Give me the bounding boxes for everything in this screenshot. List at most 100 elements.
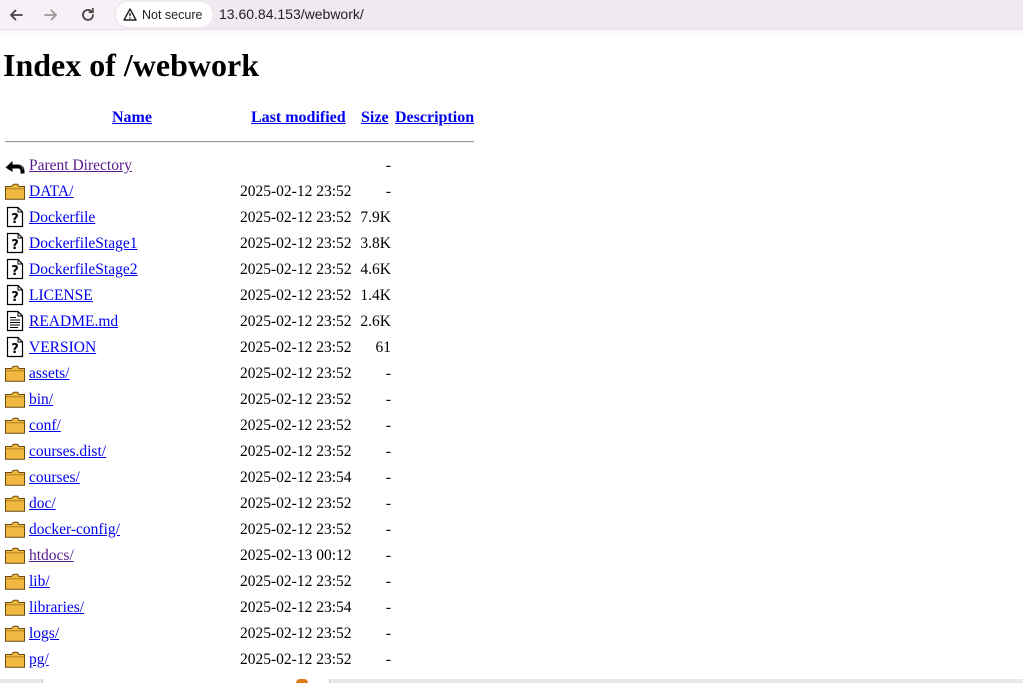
back-button[interactable]: [3, 2, 29, 28]
sort-by-last-modified-link[interactable]: Last modified: [251, 109, 346, 127]
sort-by-name-link[interactable]: Name: [112, 109, 152, 127]
entry-last-modified: 2025-02-12 23:52: [240, 209, 352, 226]
svg-text:?: ?: [11, 212, 19, 227]
entry-last-modified: 2025-02-12 23:52: [240, 339, 352, 356]
list-item: conf/2025-02-12 23:52 -: [0, 413, 480, 439]
entry-link[interactable]: VERSION: [29, 339, 96, 357]
entry-size: -: [385, 625, 391, 642]
entry-link[interactable]: LICENSE: [29, 287, 93, 305]
unknown-file-icon: ?: [4, 232, 26, 254]
text-file-icon: [4, 310, 26, 332]
list-item: bin/2025-02-12 23:52 -: [0, 387, 480, 413]
entry-link[interactable]: logs/: [29, 625, 59, 643]
list-item: courses.dist/2025-02-12 23:52 -: [0, 439, 480, 465]
list-item: DATA/2025-02-12 23:52 -: [0, 179, 480, 205]
folder-icon: [4, 414, 26, 436]
bottom-panel: [42, 679, 330, 683]
forward-button[interactable]: [38, 2, 64, 28]
svg-text:?: ?: [11, 342, 19, 357]
folder-icon: [4, 570, 26, 592]
entry-link[interactable]: README.md: [29, 313, 118, 331]
svg-text:?: ?: [11, 290, 19, 305]
folder-icon: [4, 648, 26, 670]
entry-last-modified: 2025-02-12 23:54: [240, 599, 352, 616]
list-item: docker-config/2025-02-12 23:52 -: [0, 517, 480, 543]
list-item: libraries/2025-02-12 23:54 -: [0, 595, 480, 621]
list-item: ? Dockerfile 2025-02-12 23:52 7.9K: [0, 205, 480, 231]
entry-last-modified: 2025-02-12 23:52: [240, 417, 352, 434]
security-label: Not secure: [142, 7, 203, 22]
entry-size: -: [385, 469, 391, 486]
entry-last-modified: 2025-02-12 23:52: [240, 313, 352, 330]
entry-size: 2.6K: [360, 313, 391, 330]
entry-link[interactable]: doc/: [29, 495, 56, 513]
reload-icon: [82, 7, 94, 21]
back-icon: [4, 154, 26, 176]
folder-icon: [4, 492, 26, 514]
sort-by-size-link[interactable]: Size: [361, 109, 389, 127]
list-item: ? LICENSE 2025-02-12 23:52 1.4K: [0, 283, 480, 309]
entry-size: -: [385, 547, 391, 564]
entry-link[interactable]: conf/: [29, 417, 61, 435]
list-item: doc/2025-02-12 23:52 -: [0, 491, 480, 517]
entry-link[interactable]: bin/: [29, 391, 53, 409]
entry-size: -: [385, 495, 391, 512]
folder-icon: [4, 180, 26, 202]
entry-size: -: [385, 443, 391, 460]
entry-link[interactable]: DATA/: [29, 183, 73, 201]
entry-link[interactable]: DockerfileStage2: [29, 261, 137, 279]
folder-icon: [4, 388, 26, 410]
folder-icon: [4, 622, 26, 644]
entry-last-modified: 2025-02-12 23:52: [240, 573, 352, 590]
security-chip[interactable]: Not secure: [116, 2, 212, 27]
entry-size: -: [385, 599, 391, 616]
unknown-file-icon: ?: [4, 284, 26, 306]
entry-link[interactable]: libraries/: [29, 599, 84, 617]
entry-link[interactable]: htdocs/: [29, 547, 74, 565]
entry-link[interactable]: DockerfileStage1: [29, 235, 137, 253]
entry-size: 61: [375, 339, 392, 356]
browser-toolbar: Not secure 13.60.84.153/webwork/: [0, 0, 1023, 30]
entry-link[interactable]: Parent Directory: [29, 157, 132, 175]
list-item: ? DockerfileStage2 2025-02-12 23:52 4.6K: [0, 257, 480, 283]
entry-size: -: [385, 417, 391, 434]
svg-text:?: ?: [11, 238, 19, 253]
warning-icon: [123, 8, 137, 21]
entry-link[interactable]: docker-config/: [29, 521, 120, 539]
entry-last-modified: 2025-02-12 23:52: [240, 495, 352, 512]
entry-last-modified: 2025-02-12 23:52: [240, 287, 352, 304]
list-item: htdocs/2025-02-13 00:12 -: [0, 543, 480, 569]
entry-link[interactable]: courses.dist/: [29, 443, 106, 461]
list-item: Parent Directory -: [0, 153, 480, 179]
entry-link[interactable]: Dockerfile: [29, 209, 95, 227]
entry-link[interactable]: assets/: [29, 365, 69, 383]
list-item: README.md 2025-02-12 23:52 2.6K: [0, 309, 480, 335]
svg-text:?: ?: [11, 264, 19, 279]
header-divider: [5, 141, 474, 143]
arrow-left-icon: [10, 9, 23, 21]
unknown-file-icon: ?: [4, 258, 26, 280]
entry-link[interactable]: pg/: [29, 651, 49, 669]
folder-icon: [4, 518, 26, 540]
list-item: logs/2025-02-12 23:52 -: [0, 621, 480, 647]
entry-last-modified: 2025-02-12 23:52: [240, 443, 352, 460]
entry-last-modified: 2025-02-12 23:52: [240, 365, 352, 382]
bottom-indicator: [296, 679, 308, 683]
page-title: Index of /webwork: [3, 47, 260, 83]
arrow-right-icon: [44, 9, 57, 21]
entry-link[interactable]: lib/: [29, 573, 50, 591]
entry-size: 1.4K: [360, 287, 391, 304]
entry-last-modified: 2025-02-12 23:52: [240, 183, 352, 200]
list-item: lib/2025-02-12 23:52 -: [0, 569, 480, 595]
list-item: ? VERSION 2025-02-12 23:52 61: [0, 335, 480, 361]
entry-size: -: [385, 573, 391, 590]
url-text[interactable]: 13.60.84.153/webwork/: [219, 6, 364, 22]
folder-icon: [4, 362, 26, 384]
sort-by-description-link[interactable]: Description: [395, 109, 474, 127]
entry-last-modified: 2025-02-12 23:52: [240, 391, 352, 408]
reload-button[interactable]: [75, 2, 101, 28]
entry-size: 4.6K: [360, 261, 391, 278]
entry-size: -: [385, 157, 391, 174]
entry-last-modified: 2025-02-12 23:52: [240, 521, 352, 538]
entry-link[interactable]: courses/: [29, 469, 80, 487]
